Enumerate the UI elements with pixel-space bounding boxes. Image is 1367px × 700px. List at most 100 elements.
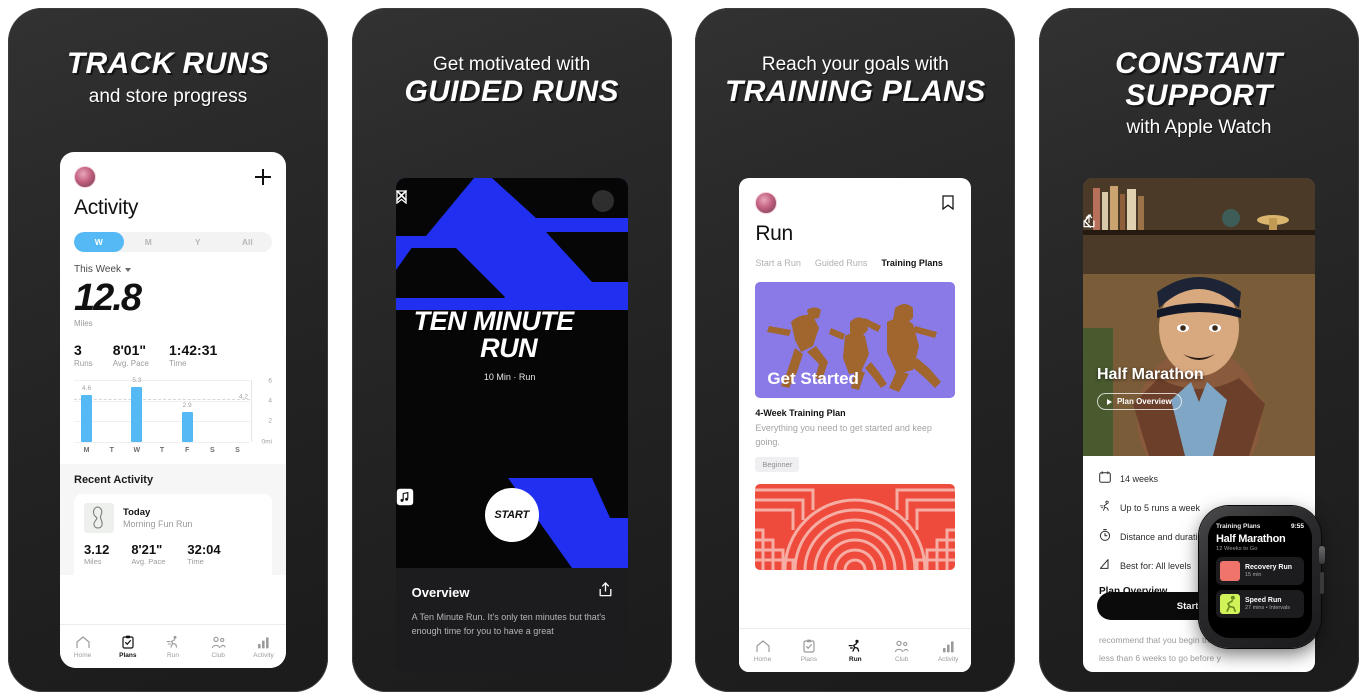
watch-plan-subtitle: 12 Weeks to Go (1215, 546, 1258, 552)
segment-w[interactable]: W (74, 232, 124, 252)
secondary-plan-banner[interactable] (755, 484, 956, 570)
guided-run-controls: START (396, 488, 628, 542)
watch-workout-speed-run[interactable]: Speed Run 27 mins • Intervals (1215, 590, 1304, 618)
tab-label: Club (895, 655, 909, 663)
tab-guided-runs[interactable]: Guided Runs (815, 258, 868, 268)
training-plan-card[interactable]: Get Started 4-Week Training Plan Everyth… (755, 282, 956, 472)
recent-day: Today (123, 507, 151, 518)
x-tick: S (235, 447, 240, 454)
stat-label: Avg. Pace (112, 359, 150, 368)
start-button[interactable]: START (484, 488, 539, 542)
guided-run-title-line2: RUN (480, 333, 538, 363)
watch-plan-title: Half Marathon (1215, 533, 1286, 545)
plan-video[interactable]: Half Marathon Plan Overview (1082, 178, 1315, 456)
bars-icon (925, 639, 971, 654)
calendar-icon (1099, 470, 1111, 488)
y-tick: 4 (268, 397, 272, 405)
digital-crown[interactable] (1318, 546, 1325, 564)
stopwatch-icon (1099, 528, 1111, 546)
tab-plans[interactable]: Plans (105, 635, 150, 659)
recent-stat-time: 32:04 Time (187, 542, 220, 566)
recent-activity-title: Recent Activity (74, 474, 154, 486)
segment-m[interactable]: M (124, 232, 174, 252)
period-selector[interactable]: This Week (74, 264, 272, 275)
stat-value: 1:42:31 (169, 342, 218, 358)
segment-y[interactable]: Y (173, 232, 223, 252)
tab-activity[interactable]: Activity (925, 639, 971, 663)
recent-stats: 3.12 Miles 8'21" Avg. Pace 32:04 Time (84, 542, 262, 566)
x-tick: T (109, 447, 114, 454)
tab-home[interactable]: Home (60, 635, 105, 659)
close-icon[interactable] (395, 190, 614, 212)
add-icon[interactable] (254, 168, 272, 186)
promo-subheadline: with Apple Watch (1126, 117, 1272, 138)
stat-label: Time (187, 557, 204, 566)
home-icon (739, 639, 785, 654)
plan-banner-caption: Get Started (767, 369, 859, 388)
stat-label: Runs (74, 359, 93, 368)
weekly-distance-chart: 4.6 5.3 2.9 4.2 0mi 2 4 6 M T W T F S S (74, 377, 272, 454)
promo-text-constant-support: CONSTANT SUPPORT with Apple Watch (1039, 8, 1359, 139)
stat-runs: 3 Runs (74, 342, 93, 368)
workout-swatch (1219, 594, 1240, 614)
avatar[interactable] (755, 192, 778, 214)
section-tabs[interactable]: Start a Run Guided Runs Training Plans (755, 258, 955, 268)
plan-meta: 4-Week Training Plan Everything you need… (755, 398, 955, 472)
recent-activity-card[interactable]: Today Morning Fun Run 3.12 Miles 8'21" A… (74, 494, 272, 575)
overview-title: Overview (411, 584, 470, 600)
x-tick: S (209, 447, 215, 454)
x-tick: F (184, 447, 190, 454)
detail-text: 14 weeks (1119, 474, 1158, 484)
promo-headline: CONSTANT SUPPORT (1115, 47, 1283, 112)
tab-run[interactable]: Run (832, 639, 878, 663)
bookmark-icon[interactable] (396, 190, 428, 208)
clipboard-icon (786, 639, 832, 654)
workout-swatch (1219, 561, 1240, 581)
bookmark-icon[interactable] (942, 195, 955, 211)
avatar[interactable] (74, 166, 96, 188)
tab-home[interactable]: Home (739, 639, 785, 663)
tab-activity[interactable]: Activity (241, 635, 286, 659)
page-title: Activity (74, 196, 139, 219)
guided-run-screen: TEN MINUTE RUN 10 Min · Run START Overvi (395, 178, 628, 672)
share-icon[interactable] (599, 582, 612, 602)
stat-label: Miles (84, 557, 102, 566)
tab-run[interactable]: Run (150, 635, 195, 659)
tab-plans[interactable]: Plans (786, 639, 832, 663)
watch-screen: Training Plans 9:55 Half Marathon 12 Wee… (1207, 516, 1312, 638)
tab-label: Home (73, 651, 92, 659)
watch-workout-recovery-run[interactable]: Recovery Run 15 min (1215, 557, 1304, 585)
workout-meta: 27 mins • Intervals (1244, 605, 1290, 612)
side-button[interactable] (1319, 572, 1324, 594)
flag-icon (1099, 557, 1111, 575)
screenshot-stage: TRACK RUNS and store progress Activity W… (0, 0, 1367, 700)
home-icon (60, 635, 105, 650)
bottom-tab-bar[interactable]: Home Plans Run Club Activity (60, 624, 286, 668)
detail-text: Up to 5 runs a week (1119, 503, 1201, 513)
runner-icon (832, 639, 878, 654)
plan-level-badge: Beginner (755, 457, 800, 472)
stat-label: Avg. Pace (131, 557, 166, 566)
apple-watch: Training Plans 9:55 Half Marathon 12 Wee… (1198, 506, 1325, 648)
phone-panel-track-runs: TRACK RUNS and store progress Activity W… (8, 8, 328, 692)
hero-top-controls (395, 190, 628, 212)
watch-app-name: Training Plans (1215, 523, 1261, 530)
tab-label: Plans (119, 651, 137, 659)
promo-headline: GUIDED RUNS (404, 75, 619, 108)
tab-club[interactable]: Club (879, 639, 925, 663)
tab-club[interactable]: Club (196, 635, 241, 659)
plan-overview-button[interactable]: Plan Overview (1096, 393, 1182, 410)
plan-overview-label: Plan Overview (1116, 397, 1172, 406)
stat-value: 3 (74, 342, 82, 358)
promo-subheadline: and store progress (88, 85, 248, 107)
tab-label: Home (753, 655, 772, 663)
bottom-tab-bar[interactable]: Home Plans Run Club Activity (739, 628, 972, 672)
tab-label: Plans (800, 655, 818, 663)
bar-value: 4.6 (82, 384, 92, 392)
segment-all[interactable]: All (223, 232, 273, 252)
tab-training-plans[interactable]: Training Plans (881, 258, 943, 268)
x-tick: T (159, 447, 165, 454)
phone-panel-training-plans: Reach your goals with TRAINING PLANS Run… (695, 8, 1016, 692)
tab-start-a-run[interactable]: Start a Run (755, 258, 801, 268)
period-segmented-control[interactable]: W M Y All (74, 232, 272, 252)
